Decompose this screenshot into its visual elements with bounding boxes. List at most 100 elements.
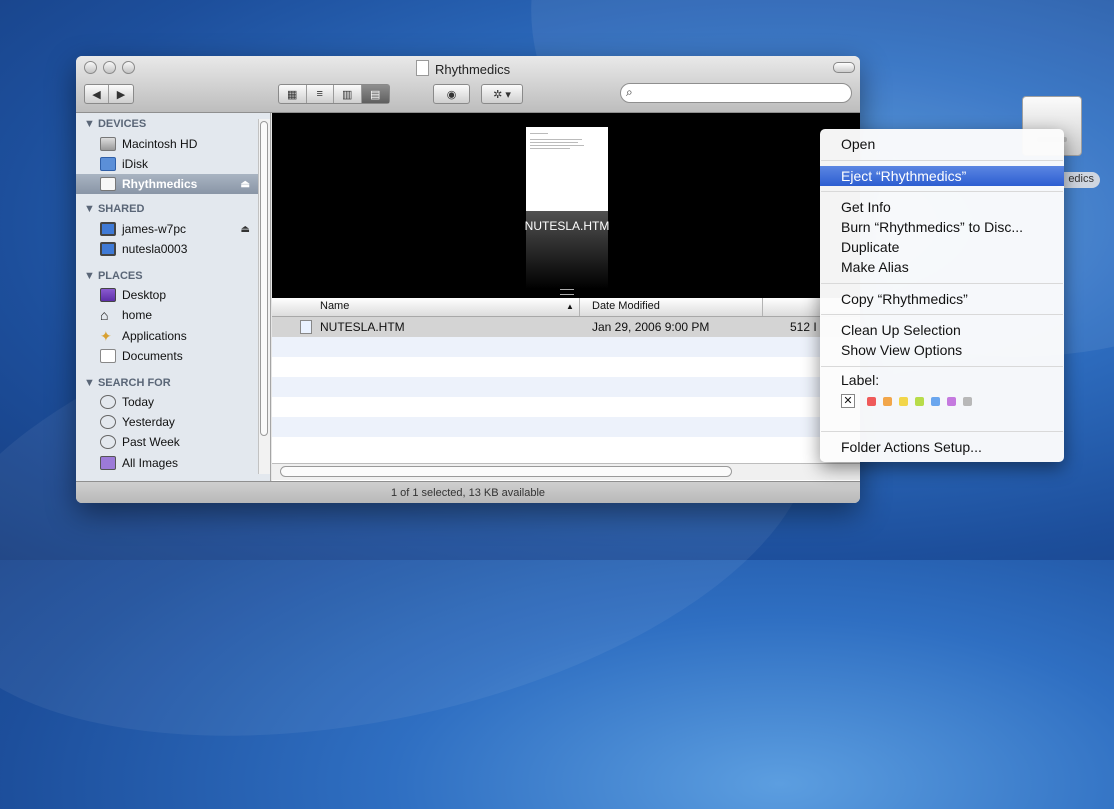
sidebar-item-applications[interactable]: ✦ Applications — [76, 326, 258, 346]
back-button[interactable]: ◀ — [85, 85, 110, 103]
sidebar-section-search-for: ▼ SEARCH FOR — [84, 377, 171, 389]
eye-icon: ◉ — [446, 88, 457, 101]
menu-item-make-alias[interactable]: Make Alias — [820, 257, 1064, 277]
clock-icon — [100, 415, 116, 429]
window-title: Rhythmedics — [416, 60, 510, 77]
menu-separator — [821, 191, 1063, 192]
list-view-button[interactable]: ≡ — [307, 85, 334, 103]
search-field[interactable]: ⌕ — [620, 83, 852, 103]
search-input[interactable] — [641, 85, 845, 103]
sidebar-item-yesterday[interactable]: Yesterday — [76, 412, 258, 432]
sidebar-item-macintosh-hd[interactable]: Macintosh HD — [76, 134, 258, 154]
file-list: Name ▲ Date Modified NUTESLA.HTM Jan 29,… — [272, 298, 860, 481]
sidebar-item-nutesla0003[interactable]: nutesla0003 — [76, 239, 258, 259]
table-row[interactable]: NUTESLA.HTM Jan 29, 2006 9:00 PM 512 I — [272, 317, 860, 337]
horizontal-scrollbar[interactable] — [272, 463, 860, 480]
horizontal-scroll-thumb[interactable] — [280, 466, 732, 477]
sidebar-scroll-thumb[interactable] — [260, 121, 268, 436]
column-view-button[interactable]: ▥ — [334, 85, 362, 103]
sidebar-item-label: iDisk — [122, 157, 148, 171]
html-file-icon — [300, 320, 312, 334]
sidebar-item-documents[interactable]: Documents — [76, 346, 258, 366]
sidebar-item-label: james-w7pc — [122, 222, 187, 236]
sidebar-item-today[interactable]: Today — [76, 392, 258, 412]
close-button[interactable] — [84, 61, 97, 74]
label-gray-swatch[interactable] — [963, 397, 972, 406]
images-icon — [100, 456, 116, 470]
coverflow-view-button[interactable]: ▤ — [361, 85, 389, 103]
menu-item-eject[interactable]: Eject “Rhythmedics” — [820, 166, 1064, 186]
forward-button[interactable]: ▶ — [109, 85, 133, 103]
document-icon — [416, 60, 429, 76]
sidebar-section-shared: ▼ SHARED — [84, 203, 145, 215]
resize-grip[interactable] — [560, 289, 574, 295]
eject-icon[interactable]: ⏏ — [241, 179, 250, 190]
preview-filename: NUTESLA.HTM — [524, 219, 610, 233]
column-divider[interactable] — [579, 298, 580, 316]
quick-look-button[interactable]: ◉ — [433, 84, 470, 104]
file-name: NUTESLA.HTM — [320, 320, 405, 334]
label-none-button[interactable]: ✕ — [841, 394, 855, 408]
column-header-name[interactable]: Name — [320, 300, 349, 312]
sidebar-item-label: Documents — [122, 349, 183, 363]
sidebar-item-rhythmedics[interactable]: Rhythmedics ⏏ — [76, 174, 258, 194]
text-line — [530, 148, 570, 149]
sidebar-item-label: Rhythmedics — [122, 177, 198, 191]
sidebar-item-james-w7pc[interactable]: james-w7pc ⏏ — [76, 219, 258, 239]
menu-item-copy[interactable]: Copy “Rhythmedics” — [820, 289, 1064, 309]
sidebar-item-desktop[interactable]: Desktop — [76, 285, 258, 305]
title-bar[interactable]: Rhythmedics ◀ ▶ ▦ ≡ ▥ ▤ ◉ ✲ ▾ ⌕ — [76, 56, 860, 113]
text-line — [530, 145, 584, 146]
label-blue-swatch[interactable] — [931, 397, 940, 406]
column-header-date-modified[interactable]: Date Modified — [592, 300, 660, 312]
sidebar-item-label: home — [122, 308, 153, 322]
sidebar-item-all-images[interactable]: All Images — [76, 453, 258, 473]
status-bar: 1 of 1 selected, 13 KB available — [76, 481, 860, 503]
minimize-button[interactable] — [103, 61, 116, 74]
finder-window: Rhythmedics ◀ ▶ ▦ ≡ ▥ ▤ ◉ ✲ ▾ ⌕ ▼ DEVICE… — [76, 56, 860, 503]
eject-icon[interactable]: ⏏ — [241, 224, 250, 235]
sidebar-item-label: Macintosh HD — [122, 137, 198, 151]
sidebar-item-home[interactable]: ⌂ home — [76, 305, 258, 325]
table-row — [272, 377, 860, 397]
sidebar-item-label: Desktop — [122, 288, 167, 302]
label-purple-swatch[interactable] — [947, 397, 956, 406]
gear-icon: ✲ ▾ — [493, 88, 511, 101]
search-icon: ⌕ — [626, 85, 633, 99]
label-yellow-swatch[interactable] — [899, 397, 908, 406]
sidebar-item-label: Applications — [122, 329, 187, 343]
disk-icon — [100, 177, 116, 191]
menu-item-duplicate[interactable]: Duplicate — [820, 237, 1064, 257]
column-divider[interactable] — [762, 298, 763, 316]
menu-item-folder-actions-setup[interactable]: Folder Actions Setup... — [820, 437, 1064, 457]
label-green-swatch[interactable] — [915, 397, 924, 406]
menu-item-show-view-options[interactable]: Show View Options — [820, 340, 1064, 360]
document-thumbnail[interactable] — [526, 127, 608, 211]
zoom-button[interactable] — [122, 61, 135, 74]
menu-separator — [821, 283, 1063, 284]
icon-view-button[interactable]: ▦ — [279, 85, 307, 103]
sidebar-scrollbar[interactable] — [258, 119, 270, 474]
label-red-swatch[interactable] — [867, 397, 876, 406]
menu-item-burn[interactable]: Burn “Rhythmedics” to Disc... — [820, 217, 1064, 237]
documents-icon — [100, 349, 116, 363]
menu-item-open[interactable]: Open — [820, 134, 1064, 154]
menu-item-get-info[interactable]: Get Info — [820, 197, 1064, 217]
text-line — [530, 133, 548, 134]
label-orange-swatch[interactable] — [883, 397, 892, 406]
list-header: Name ▲ Date Modified — [272, 298, 860, 317]
table-row — [272, 397, 860, 417]
sidebar-item-idisk[interactable]: iDisk — [76, 154, 258, 174]
action-menu-button[interactable]: ✲ ▾ — [481, 84, 523, 104]
home-icon: ⌂ — [100, 307, 109, 323]
sidebar-item-past-week[interactable]: Past Week — [76, 432, 258, 452]
toolbar-toggle-button[interactable] — [833, 62, 855, 73]
sort-ascending-icon: ▲ — [566, 302, 574, 311]
sidebar: ▼ DEVICES Macintosh HD iDisk Rhythmedics… — [76, 113, 271, 481]
menu-item-clean-up-selection[interactable]: Clean Up Selection — [820, 320, 1064, 340]
hard-drive-icon — [100, 137, 116, 151]
sidebar-item-label: nutesla0003 — [122, 242, 188, 256]
network-computer-icon — [100, 222, 116, 236]
text-line — [530, 142, 578, 143]
sidebar-item-label: All Images — [122, 456, 179, 470]
